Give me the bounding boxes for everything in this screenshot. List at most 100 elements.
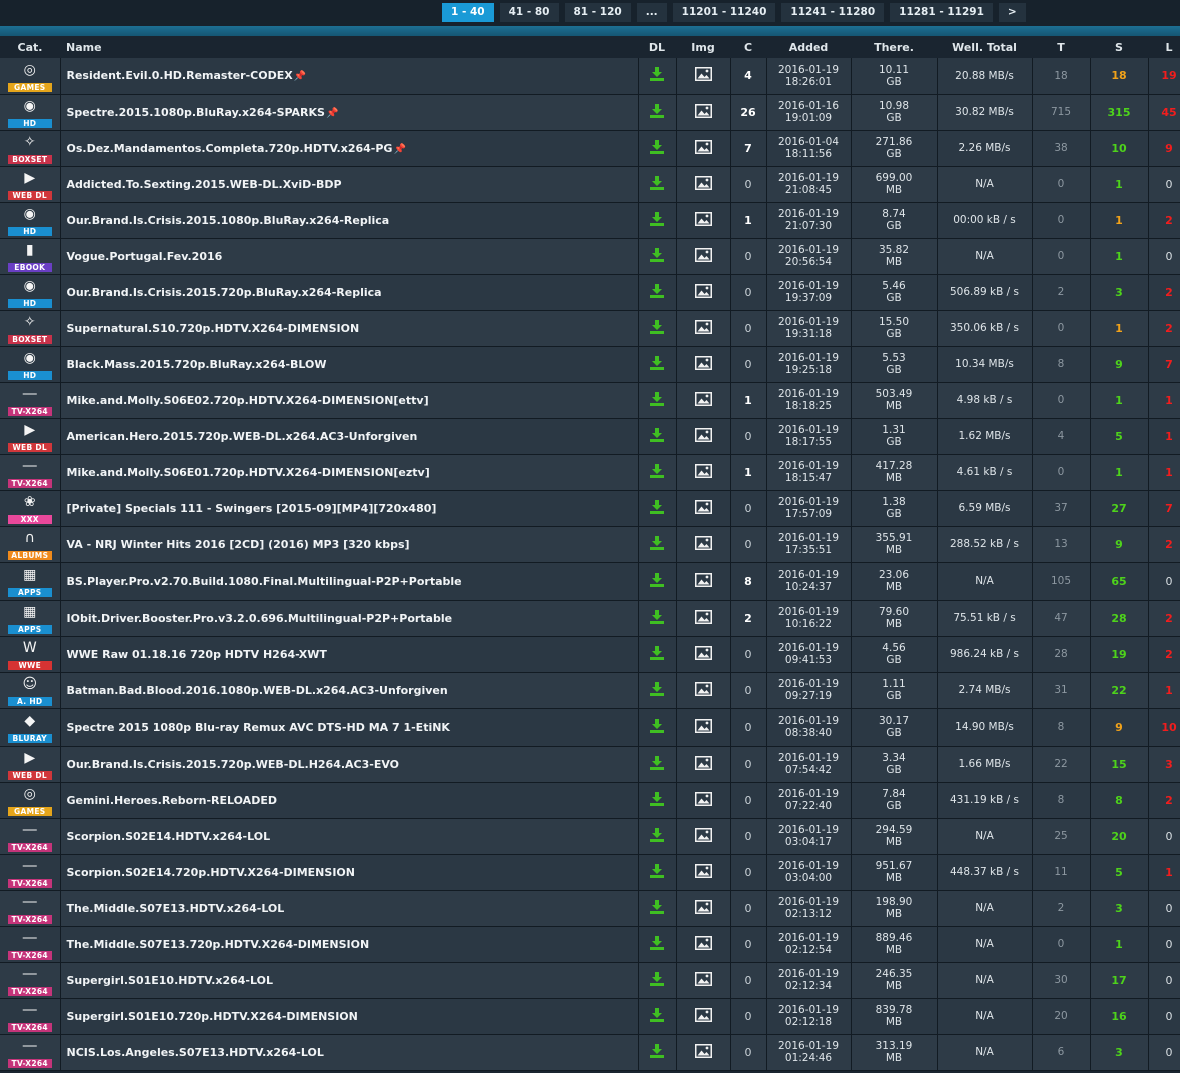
category-cell[interactable]: ▦ APPS [0,562,61,601]
download-cell[interactable] [638,746,677,783]
image-cell[interactable] [676,130,731,167]
page-link[interactable]: ... [636,3,667,22]
download-icon[interactable] [649,283,665,298]
torrent-name-cell[interactable]: [Private] Specials 111 - Swingers [2015-… [60,490,639,527]
download-cell[interactable] [638,854,677,891]
torrent-name[interactable]: Resident.Evil.0.HD.Remaster-CODEX [67,69,293,82]
download-icon[interactable] [649,391,665,406]
download-cell[interactable] [638,672,677,709]
page-link[interactable]: 1 - 40 [442,3,494,22]
category-badge[interactable]: ▦ APPS [7,602,52,634]
torrent-name[interactable]: VA - NRJ Winter Hits 2016 [2CD] (2016) M… [67,538,410,551]
torrent-name[interactable]: BS.Player.Pro.v2.70.Build.1080.Final.Mul… [67,575,462,588]
category-badge[interactable]: ◉ HD [7,348,52,380]
download-cell[interactable] [638,346,677,383]
torrent-name[interactable]: Our.Brand.Is.Crisis.2015.1080p.BluRay.x2… [67,214,390,227]
torrent-name-cell[interactable]: Spectre 2015 1080p Blu-ray Remux AVC DTS… [60,708,639,747]
category-cell[interactable]: ☺ A. HD [0,672,61,709]
torrent-name[interactable]: WWE Raw 01.18.16 720p HDTV H264-XWT [67,648,327,661]
download-cell[interactable] [638,890,677,927]
download-cell[interactable] [638,166,677,203]
download-cell[interactable] [638,310,677,347]
image-icon[interactable] [694,935,712,950]
category-cell[interactable]: ◉ HD [0,346,61,383]
category-badge[interactable]: ▦ APPS [7,565,52,597]
torrent-name[interactable]: Supernatural.S10.720p.HDTV.X264-DIMENSIO… [67,322,360,335]
download-icon[interactable] [649,791,665,806]
torrent-name-cell[interactable]: Scorpion.S02E14.720p.HDTV.X264-DIMENSION [60,854,639,891]
torrent-name[interactable]: Addicted.To.Sexting.2015.WEB-DL.XviD-BDP [67,178,342,191]
image-icon[interactable] [694,211,712,226]
category-cell[interactable]: ◉ HD [0,202,61,239]
torrent-name[interactable]: Mike.and.Molly.S06E02.720p.HDTV.X264-DIM… [67,394,429,407]
image-cell[interactable] [676,962,731,999]
torrent-name[interactable]: Gemini.Heroes.Reborn-RELOADED [67,794,277,807]
torrent-name-cell[interactable]: Spectre.2015.1080p.BluRay.x264-SPARKS📌 [60,94,639,131]
torrent-name-cell[interactable]: Os.Dez.Mandamentos.Completa.720p.HDTV.x2… [60,130,639,167]
download-icon[interactable] [649,755,665,770]
download-cell[interactable] [638,782,677,819]
image-icon[interactable] [694,791,712,806]
torrent-name-cell[interactable]: Scorpion.S02E14.HDTV.x264-LOL [60,818,639,855]
category-cell[interactable]: ◆ BLURAY [0,708,61,747]
image-icon[interactable] [694,755,712,770]
image-cell[interactable] [676,562,731,601]
category-badge[interactable]: ✧ BOXSET [7,132,52,164]
download-icon[interactable] [649,319,665,334]
image-cell[interactable] [676,526,731,563]
torrent-name-cell[interactable]: The.Middle.S07E13.HDTV.x264-LOL [60,890,639,927]
download-cell[interactable] [638,526,677,563]
image-icon[interactable] [694,139,712,154]
image-icon[interactable] [694,899,712,914]
download-icon[interactable] [649,463,665,478]
image-cell[interactable] [676,818,731,855]
torrent-name[interactable]: Supergirl.S01E10.720p.HDTV.X264-DIMENSIO… [67,1010,358,1023]
image-icon[interactable] [694,827,712,842]
torrent-name[interactable]: Batman.Bad.Blood.2016.1080p.WEB-DL.x264.… [67,684,448,697]
image-cell[interactable] [676,94,731,131]
col-name[interactable]: Name [60,36,638,58]
category-cell[interactable]: ▮ EBOOK [0,238,61,275]
torrent-name[interactable]: Supergirl.S01E10.HDTV.x264-LOL [67,974,273,987]
category-badge[interactable]: ☺ A. HD [7,674,52,706]
page-link[interactable]: 81 - 120 [564,3,631,22]
category-cell[interactable]: W WWE [0,636,61,673]
image-cell[interactable] [676,490,731,527]
image-cell[interactable] [676,238,731,275]
category-cell[interactable]: ◉ HD [0,274,61,311]
torrent-name-cell[interactable]: NCIS.Los.Angeles.S07E13.HDTV.x264-LOL [60,1034,639,1071]
category-cell[interactable]: ▦ APPS [0,600,61,637]
image-icon[interactable] [694,535,712,550]
torrent-name-cell[interactable]: Supergirl.S01E10.HDTV.x264-LOL [60,962,639,999]
image-icon[interactable] [694,319,712,334]
download-cell[interactable] [638,202,677,239]
category-cell[interactable]: ― TV-X264 [0,962,61,999]
torrent-name-cell[interactable]: Our.Brand.Is.Crisis.2015.1080p.BluRay.x2… [60,202,639,239]
download-cell[interactable] [638,58,677,95]
image-cell[interactable] [676,708,731,747]
image-icon[interactable] [694,609,712,624]
image-cell[interactable] [676,600,731,637]
download-cell[interactable] [638,274,677,311]
image-icon[interactable] [694,103,712,118]
category-cell[interactable]: ✧ BOXSET [0,310,61,347]
torrent-name-cell[interactable]: Our.Brand.Is.Crisis.2015.720p.WEB-DL.H26… [60,746,639,783]
download-icon[interactable] [649,535,665,550]
torrent-name[interactable]: American.Hero.2015.720p.WEB-DL.x264.AC3-… [67,430,418,443]
image-cell[interactable] [676,274,731,311]
image-cell[interactable] [676,418,731,455]
image-cell[interactable] [676,202,731,239]
torrent-name-cell[interactable]: Supernatural.S10.720p.HDTV.X264-DIMENSIO… [60,310,639,347]
download-cell[interactable] [638,818,677,855]
download-icon[interactable] [649,103,665,118]
image-cell[interactable] [676,746,731,783]
category-badge[interactable]: ― TV-X264 [7,892,52,924]
download-cell[interactable] [638,454,677,491]
category-cell[interactable]: ― TV-X264 [0,454,61,491]
download-icon[interactable] [649,609,665,624]
image-cell[interactable] [676,782,731,819]
download-icon[interactable] [649,211,665,226]
page-link[interactable]: 41 - 80 [499,3,559,22]
image-icon[interactable] [694,67,712,82]
image-icon[interactable] [694,463,712,478]
